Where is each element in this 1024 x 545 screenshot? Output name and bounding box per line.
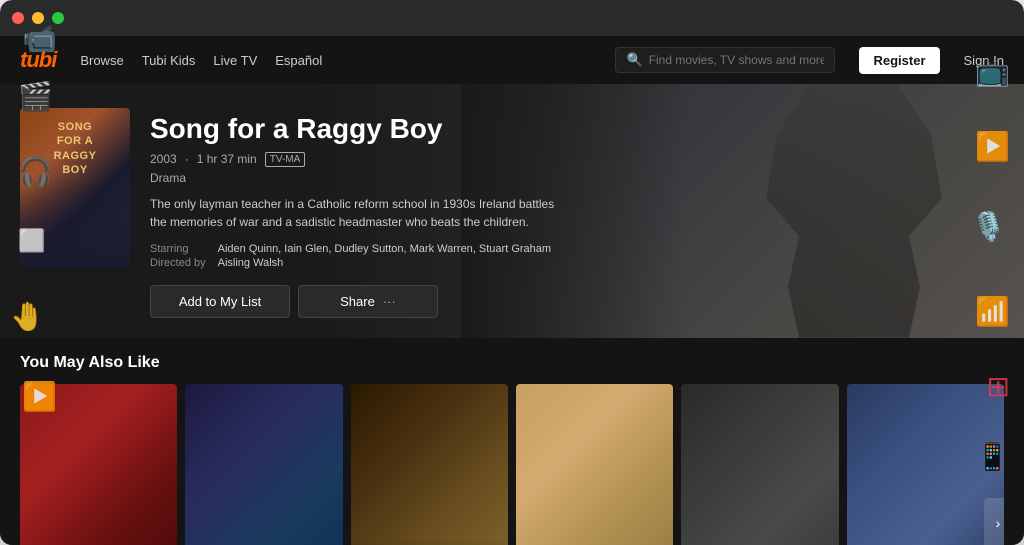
recommendations-title: You May Also Like: [20, 354, 1004, 372]
recommendations-section: You May Also Like HOUSEof BOYS House of …: [0, 338, 1024, 545]
share-button[interactable]: Share ···: [298, 285, 438, 318]
search-icon: 🔍: [626, 52, 642, 68]
main-content: SONG FOR A RAGGY BOY Song for a Raggy Bo…: [0, 84, 1024, 545]
camera-icon: 📹: [22, 22, 57, 55]
search-input[interactable]: [649, 53, 825, 67]
carousel-next-button[interactable]: ›: [984, 498, 1004, 545]
nav-live-tv[interactable]: Live TV: [213, 53, 257, 68]
mic-icon: 🎙️: [971, 210, 1006, 243]
poster-text: SONG FOR A RAGGY BOY: [54, 120, 97, 177]
add-to-list-button[interactable]: Add to My List: [150, 285, 290, 318]
directed-label: Directed by: [150, 257, 206, 269]
meta-separator-1: ·: [185, 152, 189, 166]
nav-tubi-kids[interactable]: Tubi Kids: [142, 53, 196, 68]
navbar: tubi Browse Tubi Kids Live TV Español 🔍 …: [0, 36, 1024, 84]
movie-card-rommel[interactable]: ROMMEL Rommel TV-14 2012 · 2 hr 3 min Fo…: [681, 384, 838, 545]
hand-left-icon: 🤚: [10, 300, 45, 333]
thumb-rommel: ROMMEL: [681, 384, 838, 545]
starring-label: Starring: [150, 243, 206, 255]
play-left-icon: ▶️: [22, 380, 57, 413]
grid-icon: ⊞: [987, 370, 1010, 403]
thumb-revelation: THE BOOK OFREVELATION: [185, 384, 342, 545]
starring-value: Aiden Quinn, Iain Glen, Dudley Sutton, M…: [218, 243, 1004, 255]
hero-section: SONG FOR A RAGGY BOY Song for a Raggy Bo…: [0, 84, 1024, 338]
search-bar[interactable]: 🔍: [615, 47, 835, 73]
movie-genre: Drama: [150, 171, 1004, 185]
movie-card-apostasy[interactable]: APOSTASY Apostasy TV-14 2017 · 1 hr 35 m…: [516, 384, 673, 545]
poster-figure: [20, 178, 130, 268]
movie-description: The only layman teacher in a Catholic re…: [150, 195, 570, 231]
film-icon: 🎬: [18, 80, 53, 113]
headphones-icon: 🎧: [18, 155, 53, 188]
movie-card-nude-nuns[interactable]: NUDENUNSWITHBIGGUNS Nude Nuns With Big G…: [351, 384, 508, 545]
rating-badge: TV-MA: [265, 152, 306, 167]
movie-title: Song for a Raggy Boy: [150, 112, 1004, 146]
phone-icon: 📱: [975, 440, 1010, 473]
share-label: Share: [340, 294, 375, 309]
scan-icon: ⬜: [18, 228, 45, 254]
register-button[interactable]: Register: [859, 47, 939, 74]
movie-meta: 2003 · 1 hr 37 min TV-MA: [150, 152, 1004, 167]
movie-year: 2003: [150, 152, 177, 166]
browser-window: 📹 🎬 🎧 ⬜ 🤚 ▶️ 📺 ▶️ 🎙️ 📶 ⊞ 📱 tubi Browse T…: [0, 0, 1024, 545]
directed-value: Aisling Walsh: [218, 257, 1004, 269]
nav-browse[interactable]: Browse: [80, 53, 123, 68]
thumb-apostasy: APOSTASY: [516, 384, 673, 545]
play-right-icon: ▶️: [975, 130, 1010, 163]
movie-card-revelation[interactable]: THE BOOK OFREVELATION The Book of Revela…: [185, 384, 342, 545]
nav-links: Browse Tubi Kids Live TV Español: [80, 53, 322, 68]
thumb-label-nude: NUDENUNSWITHBIGGUNS: [351, 538, 508, 545]
nav-espanol[interactable]: Español: [275, 53, 322, 68]
movie-credits: Starring Aiden Quinn, Iain Glen, Dudley …: [150, 243, 1004, 269]
tv-right-icon: 📺: [975, 55, 1010, 88]
share-dots-icon: ···: [383, 294, 396, 309]
wifi-icon: 📶: [975, 295, 1010, 328]
thumb-nude-nuns: NUDENUNSWITHBIGGUNS: [351, 384, 508, 545]
movie-duration: 1 hr 37 min: [197, 152, 257, 166]
browser-chrome: [0, 0, 1024, 36]
movies-row: HOUSEof BOYS House of Boys 2009 · 1 hr 5…: [20, 384, 1004, 545]
tubi-app: tubi Browse Tubi Kids Live TV Español 🔍 …: [0, 36, 1024, 545]
